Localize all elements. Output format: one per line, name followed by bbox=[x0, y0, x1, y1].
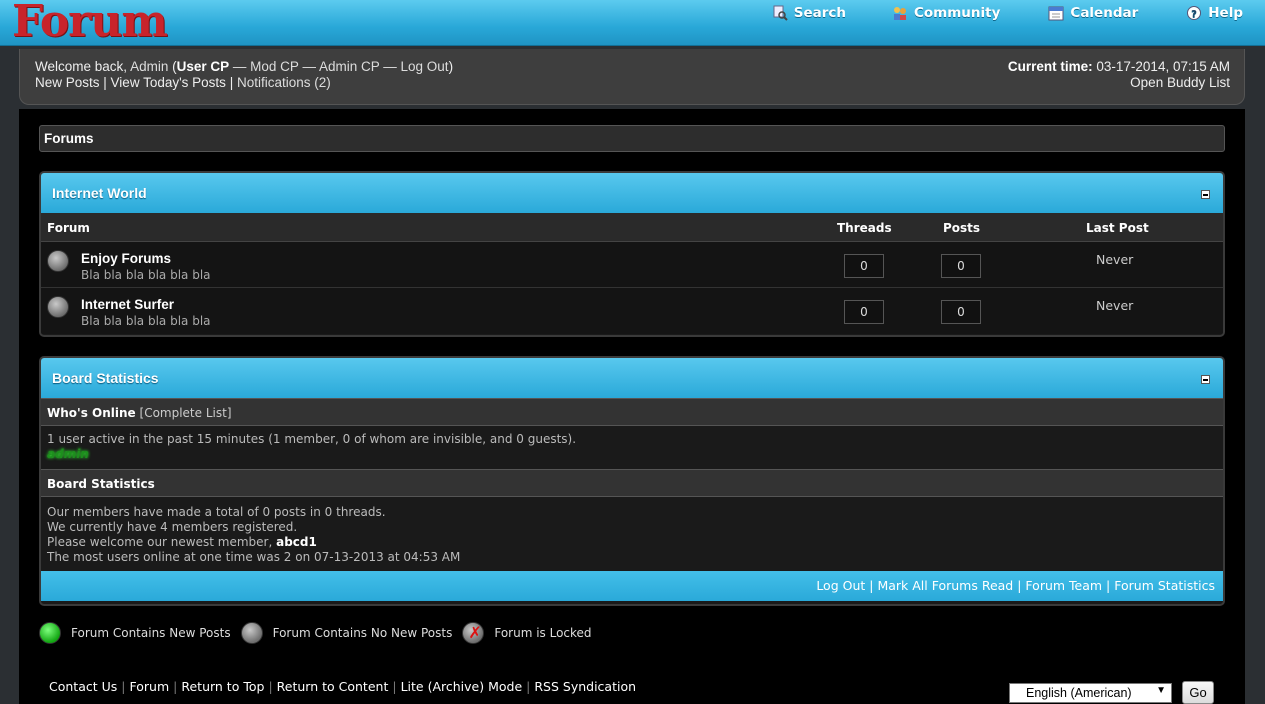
footer-logout-link[interactable]: Log Out bbox=[816, 578, 865, 593]
return-content-link[interactable]: Return to Content bbox=[277, 679, 389, 694]
stats-line: The most users online at one time was 2 … bbox=[47, 550, 461, 564]
whos-online-body: 1 user active in the past 15 minutes (1 … bbox=[41, 426, 1223, 469]
todays-posts-link[interactable]: View Today's Posts bbox=[111, 75, 226, 90]
forum-title[interactable]: Internet Surfer bbox=[81, 297, 174, 312]
newest-member-link[interactable]: abcd1 bbox=[276, 535, 317, 549]
contact-us-link[interactable]: Contact Us bbox=[49, 679, 117, 694]
return-top-link[interactable]: Return to Top bbox=[181, 679, 264, 694]
logout-link[interactable]: Log Out bbox=[401, 59, 449, 74]
top-nav: Search Community Calendar ? Help bbox=[772, 5, 1265, 21]
category-title[interactable]: Internet World bbox=[52, 185, 147, 201]
nav-search-link[interactable]: Search bbox=[772, 5, 846, 21]
community-icon bbox=[893, 7, 906, 20]
thread-count: 0 bbox=[844, 254, 884, 278]
main-content: Forums Internet World Forum Threads Post… bbox=[19, 109, 1245, 704]
lite-mode-link[interactable]: Lite (Archive) Mode bbox=[401, 679, 523, 694]
mod-cp-link[interactable]: Mod CP bbox=[250, 59, 299, 74]
new-posts-link[interactable]: New Posts bbox=[35, 75, 100, 90]
no-new-posts-icon bbox=[47, 296, 69, 318]
rss-link[interactable]: RSS Syndication bbox=[534, 679, 636, 694]
col-posts: Posts bbox=[943, 221, 981, 235]
current-time-value: 03-17-2014, 07:15 AM bbox=[1096, 59, 1230, 74]
col-last-post: Last Post bbox=[1086, 221, 1149, 235]
forum-row: Internet Surfer Bla bla bla bla bla bla … bbox=[41, 288, 1223, 334]
buddy-list-link[interactable]: Open Buddy List bbox=[1130, 75, 1230, 90]
no-new-posts-icon bbox=[47, 250, 69, 272]
stats-line: Please welcome our newest member, bbox=[47, 535, 273, 549]
board-stats-header: Board Statistics bbox=[41, 358, 1223, 398]
help-icon: ? bbox=[1187, 6, 1202, 20]
welcome-panel: Welcome back, Admin (User CP — Mod CP — … bbox=[19, 49, 1245, 105]
new-posts-icon bbox=[39, 622, 61, 644]
category-panel: Internet World Forum Threads Posts Last … bbox=[39, 171, 1225, 337]
nav-help-label: Help bbox=[1208, 5, 1243, 21]
post-count: 0 bbox=[941, 254, 981, 278]
nav-calendar-link[interactable]: Calendar bbox=[1048, 5, 1138, 21]
post-count: 0 bbox=[941, 300, 981, 324]
legend-locked-label: Forum is Locked bbox=[494, 626, 592, 640]
board-stats-body: Our members have made a total of 0 posts… bbox=[41, 497, 1223, 571]
nav-calendar-label: Calendar bbox=[1070, 5, 1139, 21]
current-time-label: Current time: bbox=[1007, 59, 1093, 74]
nav-community-link[interactable]: Community bbox=[892, 5, 1000, 21]
legend-new-label: Forum Contains New Posts bbox=[71, 626, 231, 640]
forum-description: Bla bla bla bla bla bla bbox=[81, 314, 211, 328]
username-link[interactable]: Admin bbox=[130, 59, 168, 74]
complete-list-link[interactable]: Complete List bbox=[144, 406, 227, 420]
go-button[interactable]: Go bbox=[1182, 681, 1214, 704]
chevron-down-icon: ▼ bbox=[1156, 685, 1166, 696]
collapse-icon[interactable] bbox=[1201, 375, 1210, 384]
welcome-right: Current time: 03-17-2014, 07:15 AM Open … bbox=[1008, 59, 1230, 91]
nav-search-label: Search bbox=[793, 5, 846, 21]
forum-title[interactable]: Enjoy Forums bbox=[81, 251, 171, 266]
nav-community-label: Community bbox=[913, 5, 1001, 21]
board-stats-title: Board Statistics bbox=[52, 370, 159, 386]
breadcrumb[interactable]: Forums bbox=[39, 125, 1225, 152]
welcome-left: Welcome back, Admin (User CP — Mod CP — … bbox=[35, 59, 454, 90]
search-icon bbox=[773, 5, 788, 21]
language-select[interactable]: English (American) ▼ bbox=[1009, 683, 1172, 703]
legend-no-new-label: Forum Contains No New Posts bbox=[272, 626, 453, 640]
header-bar: Forum Search Community Calendar ? Help bbox=[0, 0, 1265, 47]
category-header: Internet World bbox=[41, 173, 1223, 213]
last-post: Never bbox=[1096, 298, 1134, 313]
forum-team-link[interactable]: Forum Team bbox=[1025, 578, 1102, 593]
footer-links: Contact Us | Forum | Return to Top | Return to… bbox=[49, 679, 637, 694]
forum-link[interactable]: Forum bbox=[130, 679, 170, 694]
whos-online-label: Who's Online bbox=[47, 406, 136, 420]
forum-statistics-link[interactable]: Forum Statistics bbox=[1114, 578, 1215, 593]
board-stats-panel: Board Statistics Who's Online [Complete … bbox=[39, 356, 1225, 606]
last-post: Never bbox=[1096, 252, 1134, 267]
svg-text:?: ? bbox=[1191, 9, 1197, 20]
stats-line: Our members have made a total of 0 posts… bbox=[47, 505, 386, 519]
active-users-text: 1 user active in the past 15 minutes (1 … bbox=[47, 432, 577, 446]
admin-cp-link[interactable]: Admin CP bbox=[319, 59, 380, 74]
site-logo[interactable]: Forum bbox=[12, 0, 168, 47]
board-stats-label: Board Statistics bbox=[47, 477, 155, 491]
welcome-text: Welcome back, bbox=[35, 59, 128, 74]
board-stats-subheader: Board Statistics bbox=[41, 469, 1223, 497]
column-header: Forum Threads Posts Last Post bbox=[41, 213, 1223, 242]
forum-legend: Forum Contains New Posts Forum Contains … bbox=[39, 622, 602, 644]
language-selected: English (American) bbox=[1026, 686, 1132, 700]
stats-line: We currently have 4 members registered. bbox=[47, 520, 298, 534]
col-threads: Threads bbox=[837, 221, 892, 235]
online-user-link[interactable]: admin bbox=[47, 447, 89, 461]
col-forum: Forum bbox=[47, 221, 90, 235]
forum-description: Bla bla bla bla bla bla bbox=[81, 268, 211, 282]
whos-online-header: Who's Online [Complete List] bbox=[41, 398, 1223, 426]
thread-count: 0 bbox=[844, 300, 884, 324]
mark-read-link[interactable]: Mark All Forums Read bbox=[877, 578, 1013, 593]
forum-row: Enjoy Forums Bla bla bla bla bla bla 0 0… bbox=[41, 242, 1223, 288]
board-stats-footer: Log Out | Mark All Forums Read | Forum T… bbox=[41, 571, 1223, 601]
nav-help-link[interactable]: ? Help bbox=[1186, 5, 1243, 21]
collapse-icon[interactable] bbox=[1201, 190, 1210, 199]
calendar-icon bbox=[1048, 6, 1064, 21]
user-cp-link[interactable]: User CP bbox=[177, 59, 230, 74]
locked-icon bbox=[462, 622, 485, 644]
notifications-link[interactable]: Notifications (2) bbox=[237, 75, 331, 90]
no-new-posts-icon bbox=[240, 622, 263, 644]
